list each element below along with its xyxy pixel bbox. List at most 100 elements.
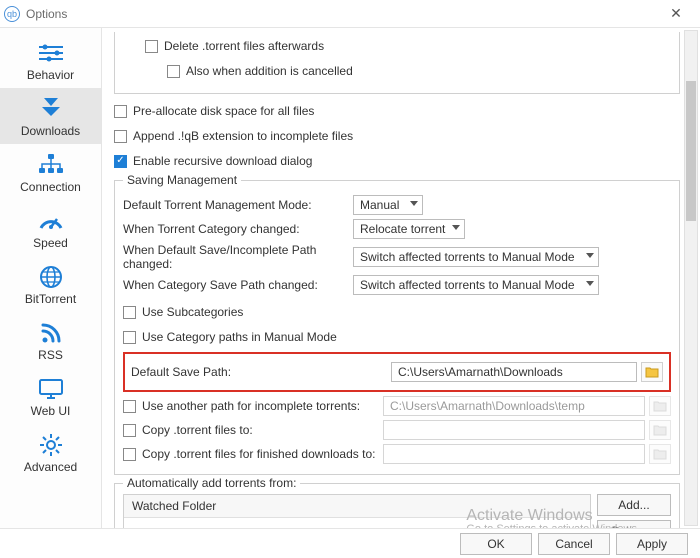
sidebar-item-advanced[interactable]: Advanced [0, 424, 101, 480]
sidebar-item-downloads[interactable]: Downloads [0, 88, 101, 144]
use-category-paths-checkbox[interactable]: Use Category paths in Manual Mode [123, 326, 671, 348]
sidebar-item-label: Web UI [31, 404, 71, 418]
settings-panel: Delete .torrent files afterwards Also wh… [102, 28, 700, 528]
add-watched-folder-button[interactable]: Add... [597, 494, 671, 516]
saving-management-group: Saving Management Default Torrent Manage… [114, 180, 680, 475]
checkbox-icon [123, 448, 136, 461]
category-changed-label: When Torrent Category changed: [123, 222, 353, 236]
checkbox-icon [114, 130, 127, 143]
use-subcategories-checkbox[interactable]: Use Subcategories [123, 301, 671, 323]
checkbox-label: Append .!qB extension to incomplete file… [133, 129, 353, 143]
checkbox-icon [145, 40, 158, 53]
downloads-icon [35, 96, 67, 122]
default-save-path-label: Default Save Path: [131, 365, 391, 379]
checkbox-label: Pre-allocate disk space for all files [133, 104, 314, 118]
group-title: Saving Management [123, 173, 241, 187]
folder-icon [653, 448, 667, 460]
auto-add-group: Automatically add torrents from: Watched… [114, 483, 680, 528]
group-title: Automatically add torrents from: [123, 476, 300, 490]
sidebar-item-rss[interactable]: RSS [0, 312, 101, 368]
preallocate-checkbox[interactable]: Pre-allocate disk space for all files [114, 100, 680, 122]
sidebar-item-label: Speed [33, 236, 68, 250]
sidebar-item-webui[interactable]: Web UI [0, 368, 101, 424]
default-save-path-highlight: Default Save Path: C:\Users\Amarnath\Dow… [123, 352, 671, 392]
checkbox-checked-icon: ✓ [114, 155, 127, 168]
default-save-path-input[interactable]: C:\Users\Amarnath\Downloads [391, 362, 637, 382]
torrent-add-group: Delete .torrent files afterwards Also wh… [114, 32, 680, 94]
copy-torrent-checkbox[interactable]: Copy .torrent files to: [123, 423, 383, 437]
globe-icon [35, 264, 67, 290]
dialog-footer: OK Cancel Apply [0, 528, 700, 558]
sidebar-item-label: Advanced [24, 460, 77, 474]
checkbox-icon [123, 400, 136, 413]
sidebar-item-connection[interactable]: Connection [0, 144, 101, 200]
rss-icon [35, 320, 67, 346]
checkbox-label: Use Category paths in Manual Mode [142, 330, 337, 344]
checkbox-label: Also when addition is cancelled [186, 64, 353, 78]
network-icon [35, 152, 67, 178]
gear-icon [35, 432, 67, 458]
checkbox-label: Copy .torrent files for finished downloa… [142, 447, 375, 461]
chevron-down-icon [410, 201, 418, 206]
checkbox-icon [114, 105, 127, 118]
sidebar-item-speed[interactable]: Speed [0, 200, 101, 256]
category-path-changed-label: When Category Save Path changed: [123, 278, 353, 292]
monitor-icon [35, 376, 67, 402]
append-qb-checkbox[interactable]: Append .!qB extension to incomplete file… [114, 125, 680, 147]
folder-icon [653, 424, 667, 436]
apply-button[interactable]: Apply [616, 533, 688, 555]
sidebar-item-label: BitTorrent [25, 292, 76, 306]
window-title: Options [26, 7, 656, 21]
copy-finished-path-input [383, 444, 645, 464]
checkbox-icon [123, 306, 136, 319]
default-mode-label: Default Torrent Management Mode: [123, 198, 353, 212]
vertical-scrollbar[interactable] [684, 30, 698, 526]
chevron-down-icon [586, 253, 594, 258]
chevron-down-icon [452, 225, 460, 230]
checkbox-label: Use Subcategories [142, 305, 243, 319]
table-header: Watched Folder [124, 495, 590, 517]
sidebar-item-label: Downloads [21, 124, 80, 138]
category-path-changed-select[interactable]: Switch affected torrents to Manual Mode [353, 275, 599, 295]
checkbox-label: Copy .torrent files to: [142, 423, 253, 437]
watched-folders-table[interactable]: Watched Folder [123, 494, 591, 528]
checkbox-icon [167, 65, 180, 78]
browse-folder-button-disabled [649, 444, 671, 464]
enable-recursive-checkbox[interactable]: ✓ Enable recursive download dialog [114, 150, 680, 172]
close-button[interactable]: ✕ [656, 5, 696, 22]
sidebar-item-label: Behavior [27, 68, 74, 82]
copy-finished-checkbox[interactable]: Copy .torrent files for finished downloa… [123, 447, 383, 461]
also-when-cancelled-checkbox[interactable]: Also when addition is cancelled [167, 60, 671, 82]
folder-icon [645, 366, 659, 378]
titlebar: qb Options ✕ [0, 0, 700, 28]
browse-folder-button-disabled [649, 420, 671, 440]
checkbox-icon [123, 424, 136, 437]
gauge-icon [35, 208, 67, 234]
cancel-button[interactable]: Cancel [538, 533, 610, 555]
copy-torrent-path-input [383, 420, 645, 440]
default-mode-select[interactable]: Manual [353, 195, 423, 215]
default-path-changed-label: When Default Save/Incomplete Path change… [123, 243, 353, 271]
category-sidebar: Behavior Downloads Connection Speed BitT… [0, 28, 102, 528]
folder-icon [653, 400, 667, 412]
app-icon: qb [4, 6, 20, 22]
sidebar-item-behavior[interactable]: Behavior [0, 32, 101, 88]
sliders-icon [35, 40, 67, 66]
browse-folder-button-disabled [649, 396, 671, 416]
browse-folder-button[interactable] [641, 362, 663, 382]
sidebar-item-bittorrent[interactable]: BitTorrent [0, 256, 101, 312]
ok-button[interactable]: OK [460, 533, 532, 555]
sidebar-item-label: RSS [38, 348, 63, 362]
checkbox-icon [123, 331, 136, 344]
sidebar-item-label: Connection [20, 180, 81, 194]
incomplete-path-input: C:\Users\Amarnath\Downloads\temp [383, 396, 645, 416]
use-incomplete-path-checkbox[interactable]: Use another path for incomplete torrents… [123, 399, 383, 413]
checkbox-label: Delete .torrent files afterwards [164, 39, 324, 53]
delete-torrent-checkbox[interactable]: Delete .torrent files afterwards [145, 35, 671, 57]
watched-folder-options-button[interactable]: Options.. [597, 520, 671, 528]
default-path-changed-select[interactable]: Switch affected torrents to Manual Mode [353, 247, 599, 267]
category-changed-select[interactable]: Relocate torrent [353, 219, 465, 239]
checkbox-label: Enable recursive download dialog [133, 154, 312, 168]
checkbox-label: Use another path for incomplete torrents… [142, 399, 360, 413]
chevron-down-icon [586, 281, 594, 286]
